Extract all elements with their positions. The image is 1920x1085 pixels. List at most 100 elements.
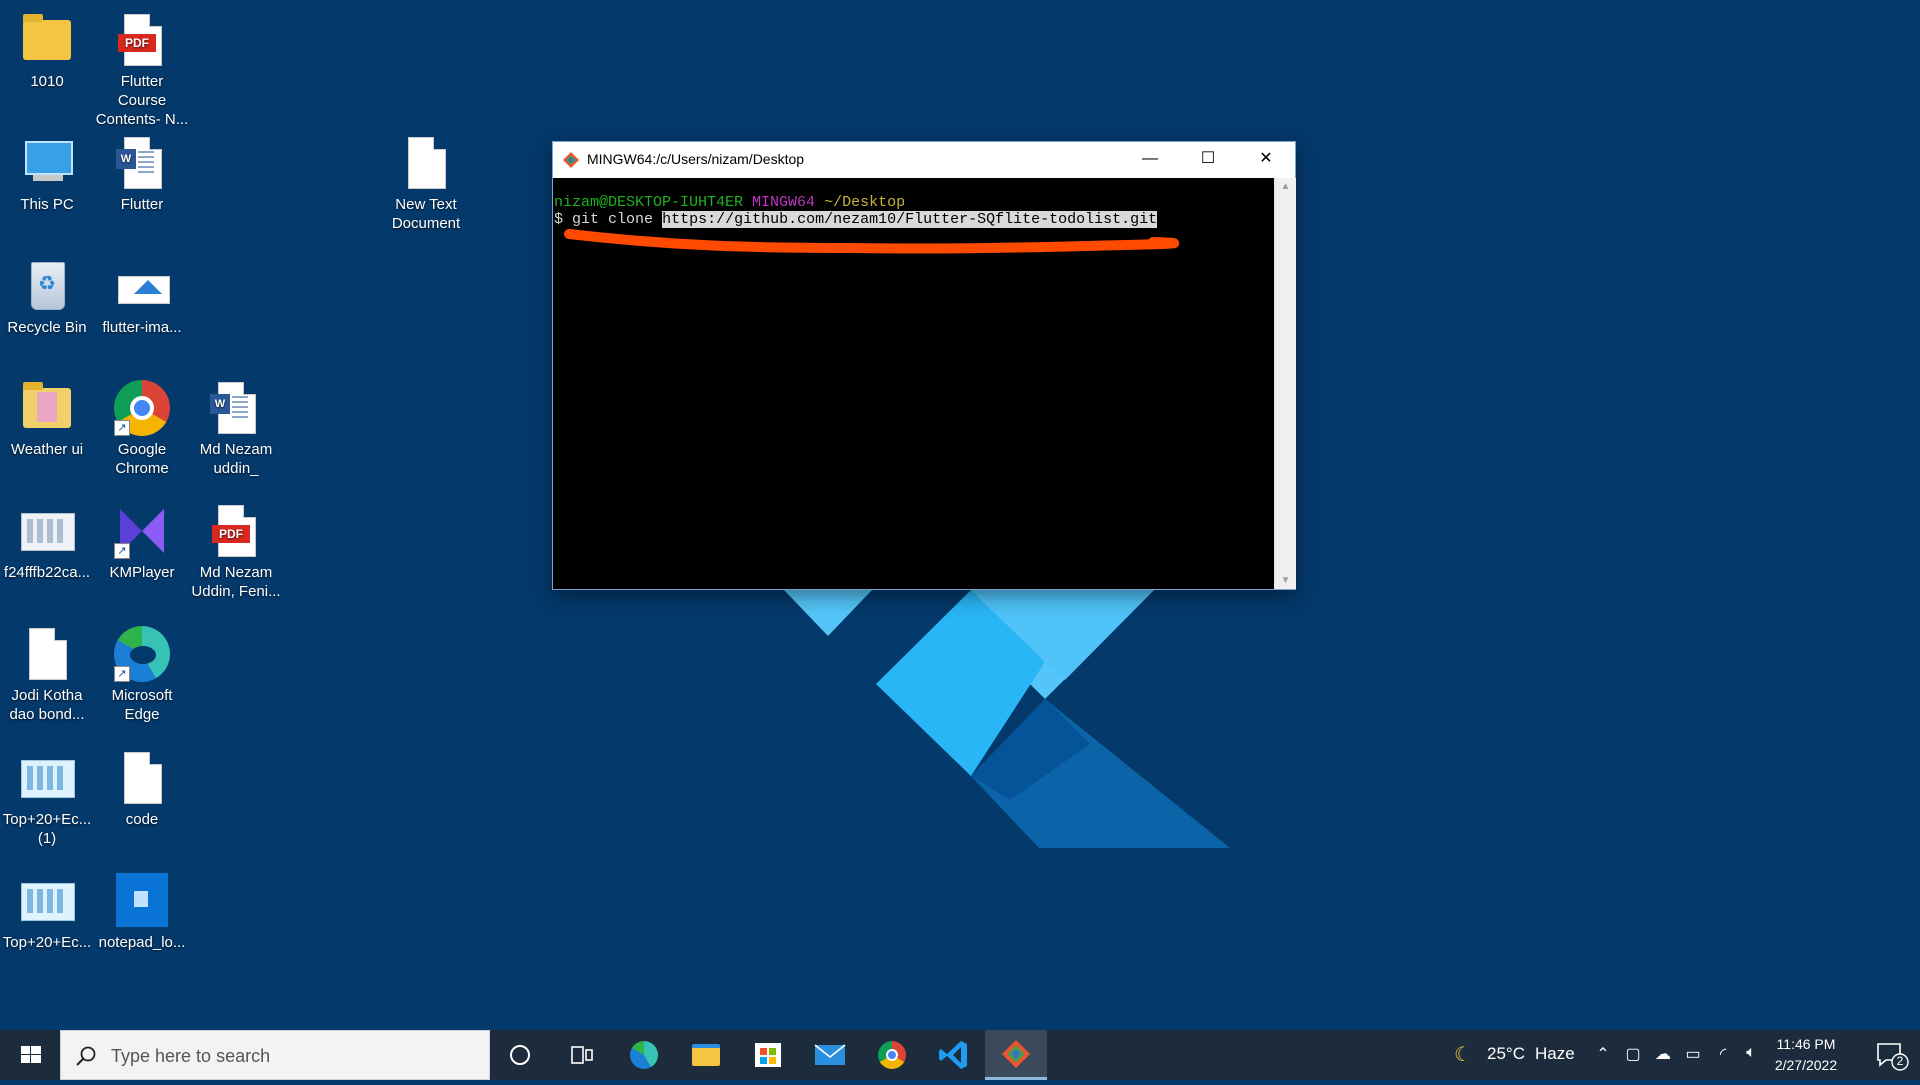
search-input[interactable]	[109, 1041, 473, 1071]
word-icon: W	[210, 394, 230, 414]
shortcut-arrow-icon: ↗	[114, 420, 130, 436]
taskbar-vscode[interactable]	[923, 1030, 985, 1080]
command-line: $ git clone https://github.com/nezam10/F…	[554, 211, 1158, 228]
desktop-icon-flutter[interactable]: W Flutter	[95, 135, 189, 214]
notification-count: 2	[1896, 1054, 1904, 1068]
taskbar-git-bash[interactable]	[985, 1030, 1047, 1080]
taskbar-store[interactable]	[737, 1030, 799, 1080]
desktop-icon-md-nezam-uddin[interactable]: W Md Nezam uddin_	[189, 380, 283, 478]
desktop-icon-kmplayer[interactable]: ↗ KMPlayer	[95, 503, 189, 582]
desktop-icon-notepad[interactable]: notepad_lo...	[95, 873, 189, 952]
document-icon	[29, 628, 67, 680]
selected-url[interactable]: https://github.com/nezam10/Flutter-SQfli…	[662, 211, 1158, 228]
kmplayer-icon: ↗	[114, 503, 170, 559]
wifi-icon[interactable]: ◜	[1712, 1044, 1734, 1064]
desktop-icon-label: New Text Document	[391, 196, 461, 232]
start-button[interactable]	[0, 1030, 62, 1080]
desktop-icon-label: Recycle Bin	[7, 319, 87, 336]
desktop-icon-label: 1010	[30, 73, 64, 90]
window-title: MINGW64:/c/Users/nizam/Desktop	[587, 151, 805, 167]
taskbar-file-explorer[interactable]	[675, 1030, 737, 1080]
desktop-icon-recycle-bin[interactable]: ♻ Recycle Bin	[0, 258, 94, 337]
desktop-icon-flutter-course[interactable]: PDF Flutter Course Contents- N...	[95, 12, 189, 129]
computer-icon	[19, 135, 75, 191]
image-icon	[114, 258, 170, 314]
clock-date: 2/27/2022	[1774, 1057, 1838, 1073]
taskbar-chrome[interactable]	[861, 1030, 923, 1080]
file-explorer-icon	[692, 1044, 720, 1066]
desktop-icon-1010[interactable]: 1010	[0, 12, 94, 91]
desktop-icon-weather-ui[interactable]: Weather ui	[0, 380, 94, 459]
word-icon: W	[116, 149, 136, 169]
scroll-down-icon[interactable]: ▼	[1275, 572, 1296, 589]
chevron-up-icon[interactable]: ⌃	[1592, 1044, 1614, 1064]
weather-haze-icon[interactable]: ☾	[1452, 1042, 1474, 1067]
maximize-button[interactable]: ☐	[1179, 142, 1237, 178]
magnifier-icon	[76, 1046, 96, 1066]
shortcut-arrow-icon: ↗	[114, 666, 130, 682]
action-center-button[interactable]: 2	[1862, 1030, 1920, 1080]
task-view-icon	[571, 1046, 593, 1064]
taskbar-edge[interactable]	[613, 1030, 675, 1080]
desktop-icon-top20-1[interactable]: Top+20+Ec... (1)	[0, 750, 94, 848]
taskbar: ☾ 25°C Haze ⌃ ▢ ☁ ▭ ◜ 🔈︎ 11:46 PM 2/27/2…	[0, 1030, 1920, 1080]
onedrive-cloud-icon[interactable]: ☁	[1652, 1044, 1674, 1064]
desktop-icon-label: This PC	[20, 196, 74, 213]
edge-icon: ↗	[114, 626, 170, 682]
taskbar-search[interactable]	[60, 1030, 490, 1080]
volume-icon[interactable]: 🔈︎	[1740, 1044, 1762, 1062]
task-view-button[interactable]	[551, 1030, 613, 1080]
weather-desc[interactable]: Haze	[1535, 1044, 1575, 1064]
git-bash-window[interactable]: MINGW64:/c/Users/nizam/Desktop — ☐ ✕ niz…	[553, 142, 1296, 589]
vertical-scrollbar[interactable]: ▲ ▼	[1274, 178, 1296, 589]
desktop-icon-label: notepad_lo...	[98, 934, 186, 951]
desktop-icon-md-nezam-uddin-feni[interactable]: PDF Md Nezam Uddin, Feni...	[189, 503, 283, 601]
desktop-icon-label: Md Nezam uddin_	[199, 441, 273, 477]
minimize-icon: —	[1142, 150, 1158, 167]
scroll-up-icon[interactable]: ▲	[1275, 178, 1296, 195]
meet-now-icon[interactable]: ▢	[1622, 1044, 1644, 1064]
desktop-icon-code[interactable]: code	[95, 750, 189, 829]
prompt-line: nizam@DESKTOP-IUHT4ER MINGW64 ~/Desktop	[554, 194, 905, 211]
recycle-bin-icon: ♻	[19, 258, 75, 314]
desktop-icon-label: Top+20+Ec...	[2, 934, 92, 951]
desktop-icon-label: flutter-ima...	[102, 319, 182, 336]
desktop-icon-top20[interactable]: Top+20+Ec...	[0, 873, 94, 952]
git-bash-icon	[563, 152, 579, 168]
chrome-icon: ↗	[114, 380, 170, 436]
terminal-output[interactable]: nizam@DESKTOP-IUHT4ER MINGW64 ~/Desktop …	[553, 178, 1274, 589]
battery-icon[interactable]: ▭	[1682, 1044, 1704, 1064]
system-clock[interactable]: 11:46 PM 2/27/2022	[1762, 1034, 1850, 1076]
desktop-icon-this-pc[interactable]: This PC	[0, 135, 94, 214]
maximize-icon: ☐	[1200, 150, 1216, 167]
desktop-icon-google-chrome[interactable]: ↗ Google Chrome	[95, 380, 189, 478]
pdf-icon: PDF	[118, 34, 156, 52]
circle-icon	[510, 1045, 530, 1065]
edge-icon	[630, 1041, 658, 1069]
minimize-button[interactable]: —	[1121, 142, 1179, 178]
window-titlebar[interactable]: MINGW64:/c/Users/nizam/Desktop — ☐ ✕	[553, 142, 1295, 178]
desktop-icon-microsoft-edge[interactable]: ↗ Microsoft Edge	[95, 626, 189, 724]
weather-temp[interactable]: 25°C	[1487, 1044, 1525, 1064]
windows-logo-icon	[21, 1046, 41, 1063]
desktop-icon-label: Jodi Kotha dao bond...	[9, 687, 85, 723]
desktop-icon-f24fffb22ca[interactable]: f24fffb22ca...	[0, 503, 94, 582]
image-icon	[19, 750, 75, 806]
folder-icon	[23, 14, 71, 60]
prompt-symbol: $	[554, 211, 564, 228]
text-file-icon	[408, 137, 446, 189]
desktop-icon-label: Weather ui	[10, 441, 84, 458]
desktop-icon-label: Md Nezam Uddin, Feni...	[191, 564, 281, 600]
notification-icon	[1877, 1043, 1909, 1071]
desktop-icon-label: Flutter Course Contents- N...	[95, 73, 189, 128]
taskbar-mail[interactable]	[799, 1030, 861, 1080]
desktop-icon-flutter-image[interactable]: flutter-ima...	[95, 258, 189, 337]
desktop-icon-new-text-document[interactable]: New Text Document	[379, 135, 473, 233]
desktop-icon-label: Flutter	[120, 196, 164, 213]
close-button[interactable]: ✕	[1237, 142, 1295, 178]
notepad-icon	[114, 873, 170, 929]
desktop-icon-jodi-kotha[interactable]: Jodi Kotha dao bond...	[0, 626, 94, 724]
shortcut-arrow-icon: ↗	[114, 543, 130, 559]
cortana-button[interactable]	[489, 1030, 551, 1080]
clock-time: 11:46 PM	[1776, 1036, 1836, 1052]
